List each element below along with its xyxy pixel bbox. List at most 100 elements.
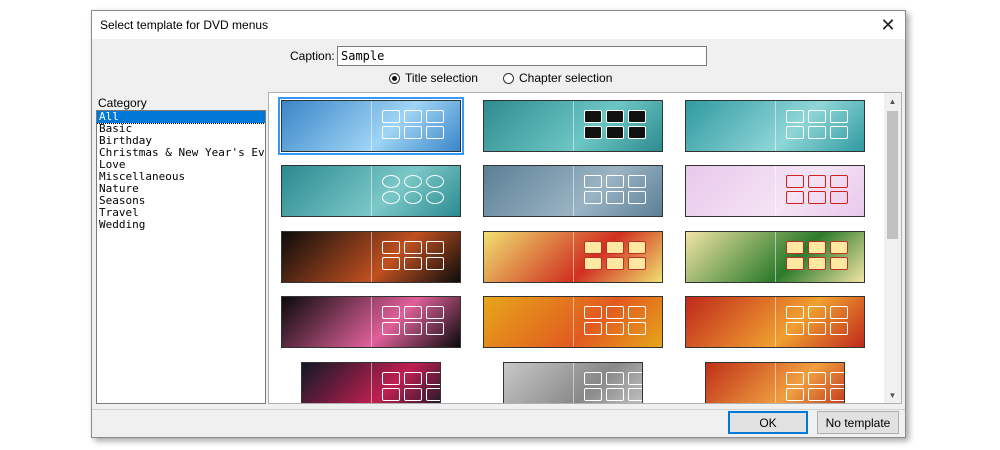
thumbnail-cell <box>786 372 804 385</box>
thumbnail-cell <box>404 110 422 123</box>
thumbnail-right-panel <box>775 363 844 403</box>
thumbnail-cell <box>628 175 646 188</box>
thumbnail-right-panel <box>371 101 460 151</box>
template-grid: ▲ ▼ <box>268 92 902 404</box>
thumbnail-cell <box>628 110 646 123</box>
thumbnail-button-grid <box>382 372 440 401</box>
thumbnail-cell <box>808 322 826 335</box>
thumbnail-cell <box>382 241 400 254</box>
thumbnail-cell <box>808 110 826 123</box>
thumbnail-cell <box>606 110 624 123</box>
thumbnail-cell <box>808 126 826 139</box>
thumbnail-cell <box>830 241 848 254</box>
footer-divider <box>92 409 905 410</box>
thumbnail-cell <box>584 306 602 319</box>
thumbnail-cell <box>628 372 642 385</box>
thumbnail-right-panel <box>371 297 460 347</box>
template-thumbnail-fireworks-night[interactable] <box>281 296 461 348</box>
template-thumbnail-blue-wave[interactable] <box>278 97 464 155</box>
thumbnail-cell <box>606 306 624 319</box>
template-thumbnail-christmas-tree[interactable] <box>483 231 663 283</box>
template-thumbnail-golden-heart[interactable] <box>483 296 663 348</box>
thumbnail-cell <box>584 110 602 123</box>
thumbnail-left-panel <box>686 297 775 347</box>
thumbnail-cell <box>830 322 848 335</box>
thumbnail-cell <box>786 257 804 270</box>
thumbnail-cell <box>606 372 624 385</box>
title-selection-radio[interactable]: Title selection <box>389 71 478 85</box>
template-thumbnail-birthday-pink[interactable] <box>685 165 865 217</box>
thumbnail-right-panel <box>573 166 662 216</box>
thumbnail-button-grid <box>382 175 444 204</box>
thumbnail-left-panel <box>484 166 573 216</box>
thumbnail-button-grid <box>584 372 642 401</box>
thumbnail-cell <box>830 388 844 401</box>
thumbnail-right-panel <box>573 363 642 403</box>
thumbnail-cell <box>426 306 444 319</box>
dialog-title: Select template for DVD menus <box>100 18 269 32</box>
thumbnail-cell <box>382 306 400 319</box>
thumbnail-cell <box>584 388 602 401</box>
thumbnail-left-panel <box>282 297 371 347</box>
thumbnail-cell <box>584 372 602 385</box>
thumbnail-button-grid <box>584 306 646 335</box>
scroll-down-icon[interactable]: ▼ <box>884 387 901 403</box>
thumbnail-cell <box>404 388 422 401</box>
category-item-wedding[interactable]: Wedding <box>97 219 265 231</box>
template-thumbnail-teal-dark-buttons[interactable] <box>483 100 663 152</box>
close-icon[interactable]: ✕ <box>871 11 905 39</box>
scroll-up-icon[interactable]: ▲ <box>884 93 901 109</box>
thumbnail-left-panel <box>484 297 573 347</box>
thumbnail-cell <box>404 191 422 204</box>
thumbnail-cell <box>830 175 848 188</box>
chapter-selection-radio[interactable]: Chapter selection <box>503 71 612 85</box>
no-template-button[interactable]: No template <box>817 411 899 434</box>
template-thumbnail-slate-blue[interactable] <box>483 165 663 217</box>
thumbnail-right-panel <box>775 166 864 216</box>
title-selection-label: Title selection <box>405 71 478 85</box>
thumbnail-button-grid <box>382 306 444 335</box>
thumbnail-cell <box>606 191 624 204</box>
scrollbar-thumb[interactable] <box>887 111 898 239</box>
thumbnail-right-panel <box>573 297 662 347</box>
template-thumbnail-grey-album[interactable] <box>503 362 643 403</box>
template-thumbnail-birthday-cake[interactable] <box>281 231 461 283</box>
thumbnail-cell <box>830 126 848 139</box>
thumbnail-right-panel <box>775 101 864 151</box>
template-thumbnail-sunset-red[interactable] <box>705 362 845 403</box>
thumbnail-cell <box>404 372 422 385</box>
template-thumbnail-dark-swirl[interactable] <box>301 362 441 403</box>
thumbnail-cell <box>786 388 804 401</box>
template-thumbnail-christmas-cream[interactable] <box>685 231 865 283</box>
thumbnail-cell <box>628 126 646 139</box>
thumbnail-right-panel <box>573 232 662 282</box>
thumbnail-right-panel <box>573 101 662 151</box>
thumbnail-cell <box>382 388 400 401</box>
category-list[interactable]: All Basic Birthday Christmas & New Year'… <box>96 110 266 404</box>
template-thumbnail-red-hearts[interactable] <box>685 296 865 348</box>
thumbnail-cell <box>808 191 826 204</box>
template-thumbnail-teal-ovals[interactable] <box>281 165 461 217</box>
thumbnail-cell <box>382 257 400 270</box>
thumbnail-cell <box>786 175 804 188</box>
template-thumbnail-teal-panels[interactable] <box>685 100 865 152</box>
vertical-scrollbar[interactable]: ▲ ▼ <box>884 93 901 403</box>
thumbnail-cell <box>808 257 826 270</box>
thumbnail-cell <box>426 191 444 204</box>
thumbnail-cell <box>808 241 826 254</box>
thumbnail-cell <box>786 191 804 204</box>
thumbnail-cell <box>628 388 642 401</box>
ok-button[interactable]: OK <box>728 411 808 434</box>
thumbnail-cell <box>606 126 624 139</box>
thumbnail-cell <box>628 257 646 270</box>
caption-input[interactable]: Sample <box>337 46 707 66</box>
radio-unchecked-icon <box>503 72 514 84</box>
thumbnail-left-panel <box>282 232 371 282</box>
thumbnail-cell <box>830 372 844 385</box>
thumbnail-cell <box>628 241 646 254</box>
thumbnail-cell <box>628 306 646 319</box>
thumbnail-button-grid <box>786 306 848 335</box>
thumbnail-left-panel <box>282 166 371 216</box>
thumbnail-cell <box>382 126 400 139</box>
thumbnail-cell <box>426 175 444 188</box>
